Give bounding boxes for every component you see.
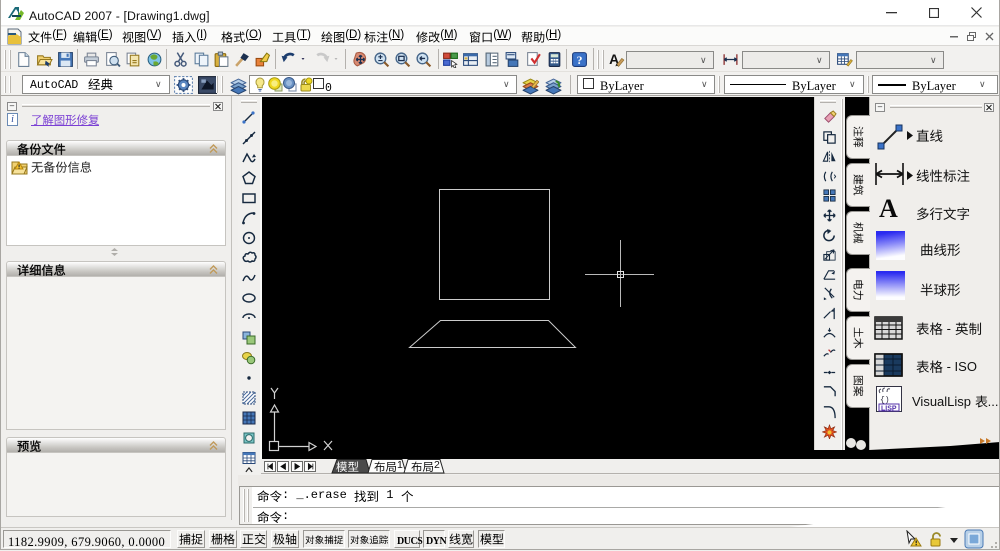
- svg-text:LISP: LISP: [881, 406, 897, 413]
- svg-text:?: ?: [577, 54, 583, 67]
